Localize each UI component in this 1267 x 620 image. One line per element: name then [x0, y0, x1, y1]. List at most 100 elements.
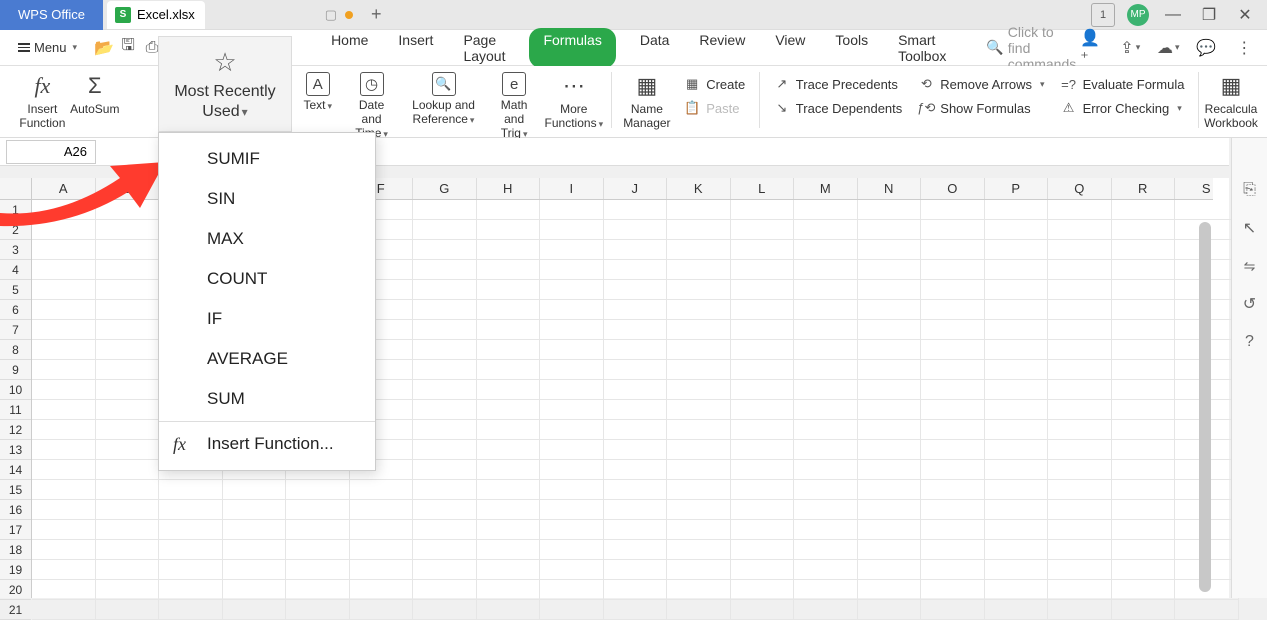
command-search[interactable]: 🔍 Click to find commands [986, 24, 1076, 72]
cell[interactable] [858, 220, 922, 240]
cell[interactable] [921, 460, 985, 480]
cell[interactable] [286, 600, 350, 620]
cell[interactable] [667, 460, 731, 480]
date-time-button[interactable]: ◷ Date and Time▾ [342, 72, 402, 141]
cell[interactable] [985, 260, 1049, 280]
cell[interactable] [604, 400, 668, 420]
cell[interactable] [540, 440, 604, 460]
column-header-S[interactable]: S [1175, 178, 1239, 199]
cell[interactable] [858, 460, 922, 480]
cell[interactable] [604, 320, 668, 340]
cell[interactable] [1112, 340, 1176, 360]
cell[interactable] [350, 540, 414, 560]
mru-item-sum[interactable]: SUM [159, 379, 375, 419]
cell[interactable] [32, 540, 96, 560]
cell[interactable] [921, 340, 985, 360]
cell[interactable] [1112, 420, 1176, 440]
cell[interactable] [731, 340, 795, 360]
cell[interactable] [540, 400, 604, 420]
cell[interactable] [540, 560, 604, 580]
cell[interactable] [32, 200, 96, 220]
cell[interactable] [96, 520, 160, 540]
row-header-4[interactable]: 4 [0, 260, 31, 280]
minimize-button[interactable]: — [1161, 3, 1185, 27]
cell[interactable] [1048, 260, 1112, 280]
app-tab[interactable]: WPS Office [0, 0, 103, 30]
cell[interactable] [223, 560, 287, 580]
cell[interactable] [604, 580, 668, 600]
cell[interactable] [667, 540, 731, 560]
cell[interactable] [1048, 200, 1112, 220]
cell[interactable] [731, 560, 795, 580]
cell[interactable] [667, 520, 731, 540]
cell[interactable] [1048, 600, 1112, 620]
cell[interactable] [159, 500, 223, 520]
cell[interactable] [667, 420, 731, 440]
cell[interactable] [604, 220, 668, 240]
tab-smart-toolbox[interactable]: Smart Toolbox [892, 28, 952, 68]
cell[interactable] [350, 600, 414, 620]
mru-item-sumif[interactable]: SUMIF [159, 139, 375, 179]
cell[interactable] [477, 240, 541, 260]
cell[interactable] [1112, 440, 1176, 460]
cell[interactable] [731, 540, 795, 560]
cell[interactable] [731, 200, 795, 220]
cell[interactable] [921, 440, 985, 460]
cell[interactable] [604, 340, 668, 360]
evaluate-formula-button[interactable]: =?Evaluate Formula [1057, 74, 1189, 94]
cell[interactable] [985, 200, 1049, 220]
cell[interactable] [413, 240, 477, 260]
cell[interactable] [794, 200, 858, 220]
cell[interactable] [794, 360, 858, 380]
cell[interactable] [350, 560, 414, 580]
cell[interactable] [1112, 540, 1176, 560]
cell[interactable] [858, 200, 922, 220]
cell[interactable] [96, 380, 160, 400]
column-header-N[interactable]: N [858, 178, 922, 199]
menu-button[interactable]: Menu ▾ [10, 36, 85, 59]
cell[interactable] [921, 280, 985, 300]
more-functions-button[interactable]: ⋯ More Functions▾ [543, 72, 605, 131]
cell[interactable] [413, 420, 477, 440]
cell[interactable] [159, 560, 223, 580]
open-icon[interactable]: 📂 [95, 39, 113, 57]
cell[interactable] [96, 600, 160, 620]
cell[interactable] [96, 580, 160, 600]
cell[interactable] [731, 240, 795, 260]
cell[interactable] [223, 600, 287, 620]
cell[interactable] [731, 580, 795, 600]
cell[interactable] [985, 600, 1049, 620]
row-header-15[interactable]: 15 [0, 480, 31, 500]
cell[interactable] [96, 260, 160, 280]
cell[interactable] [96, 420, 160, 440]
cell[interactable] [1048, 460, 1112, 480]
cell[interactable] [96, 560, 160, 580]
cell[interactable] [921, 520, 985, 540]
cell[interactable] [985, 300, 1049, 320]
cell[interactable] [667, 440, 731, 460]
tab-home[interactable]: Home [325, 28, 374, 68]
cell[interactable] [794, 400, 858, 420]
cell[interactable] [667, 580, 731, 600]
cell[interactable] [731, 460, 795, 480]
cell[interactable] [1112, 280, 1176, 300]
save-icon[interactable]: 🖫 [119, 39, 137, 57]
cell[interactable] [921, 200, 985, 220]
cell[interactable] [731, 480, 795, 500]
cell[interactable] [32, 580, 96, 600]
cell[interactable] [858, 240, 922, 260]
row-header-14[interactable]: 14 [0, 460, 31, 480]
cell[interactable] [667, 280, 731, 300]
cell[interactable] [477, 520, 541, 540]
cell[interactable] [794, 240, 858, 260]
cell[interactable] [32, 420, 96, 440]
cell[interactable] [477, 260, 541, 280]
cell[interactable] [540, 360, 604, 380]
cell[interactable] [858, 280, 922, 300]
cell[interactable] [540, 420, 604, 440]
row-header-13[interactable]: 13 [0, 440, 31, 460]
cell[interactable] [159, 520, 223, 540]
cell[interactable] [1112, 360, 1176, 380]
cell[interactable] [540, 240, 604, 260]
cell[interactable] [413, 200, 477, 220]
